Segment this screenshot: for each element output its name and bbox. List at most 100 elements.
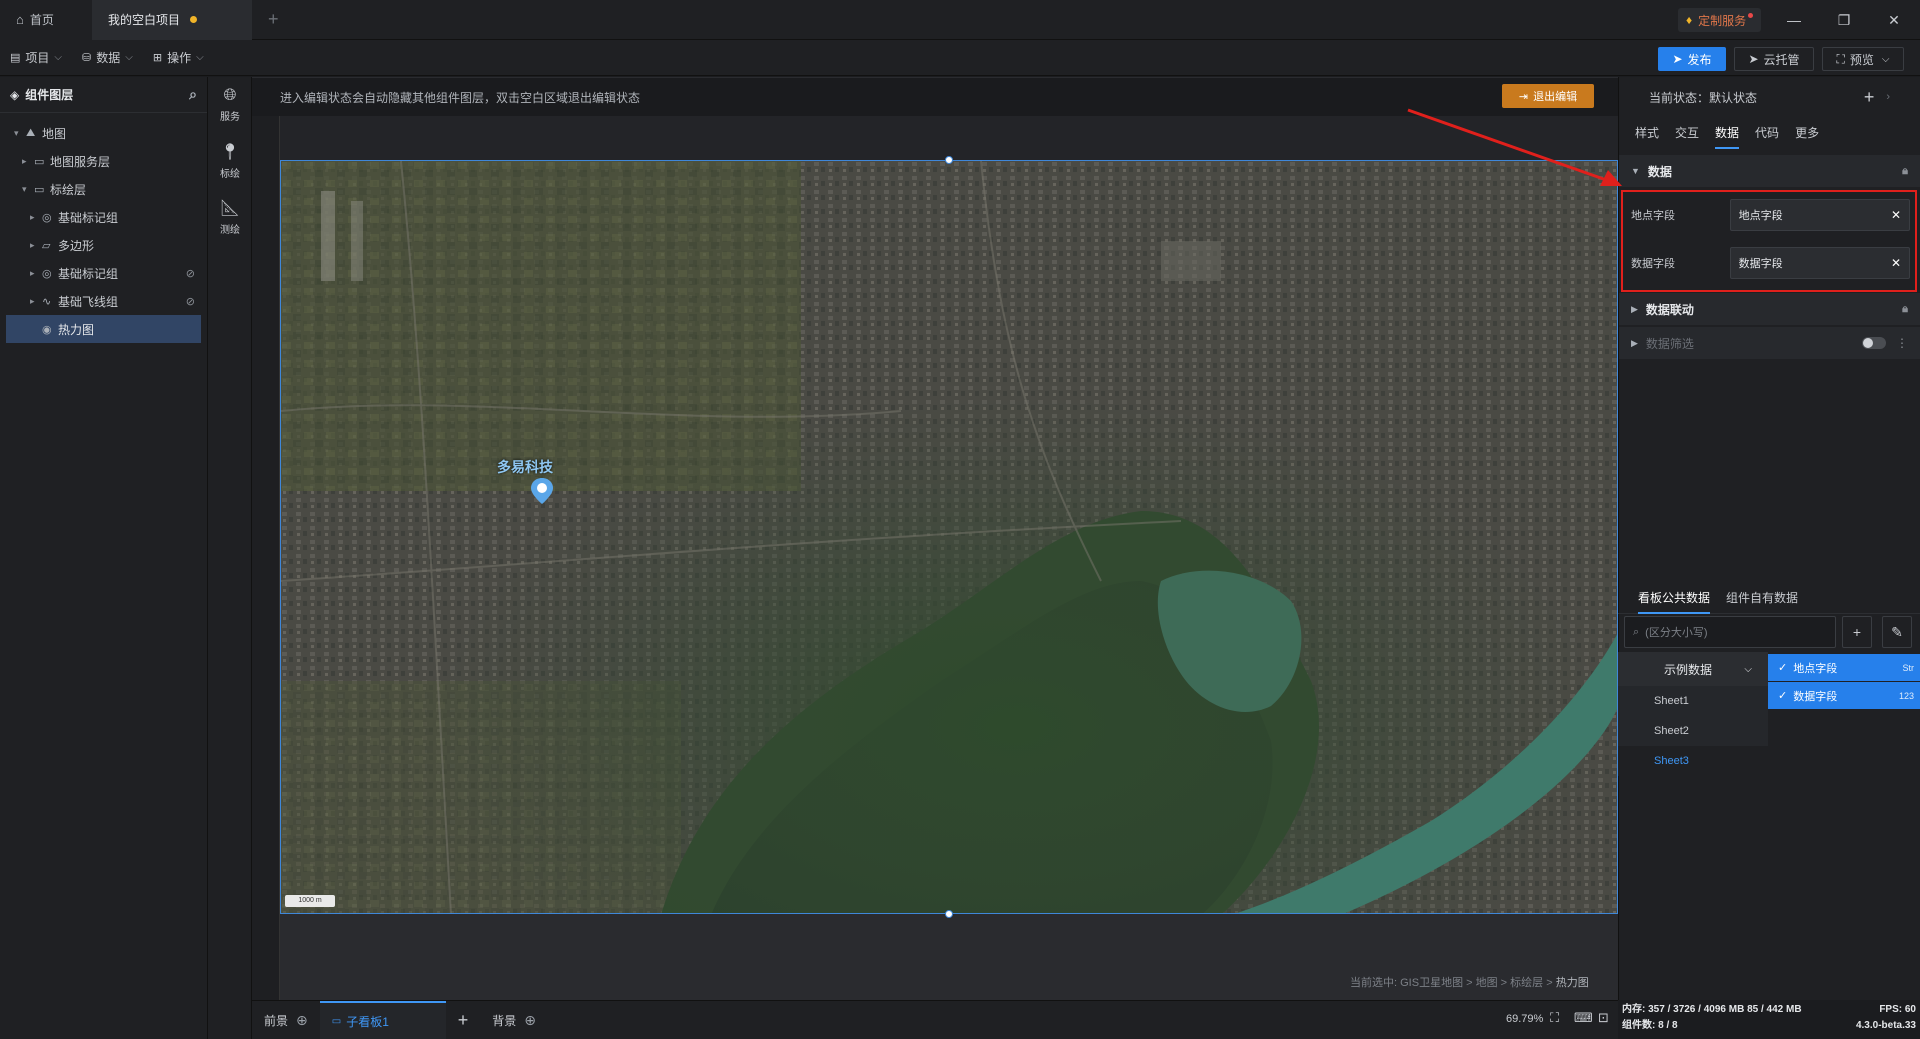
search-icon[interactable]: ⌕ [189, 86, 197, 103]
annotation-highlight-box [1621, 190, 1917, 292]
caret-right-icon[interactable]: ▸ [30, 240, 42, 251]
caret-right-icon[interactable]: ▸ [30, 212, 42, 223]
layer-item[interactable]: ▾ ▭ 标绘层 [0, 175, 207, 203]
data-filter-header[interactable]: ▶ 数据筛选 ⋮ [1619, 327, 1920, 359]
custom-service-button[interactable]: ♦ 定制服务 [1678, 8, 1762, 32]
runtime-stats: 内存: 357 / 3726 / 4096 MB 85 / 442 MB 组件数… [1622, 1002, 1802, 1034]
version-label: 4.3.0-beta.33 [1855, 1020, 1916, 1031]
map-marker-icon[interactable] [527, 476, 557, 506]
preview-button[interactable]: ⛶ 预览 ⌵ [1822, 47, 1904, 71]
edit-datasource-button[interactable]: ✎ [1882, 616, 1912, 648]
preview-label: 预览 [1849, 52, 1874, 67]
menu-project[interactable]: ▤ 项目 ⌵ [0, 40, 72, 76]
datasource-field-item[interactable]: ✓ 数据字段 123 [1768, 682, 1920, 709]
tab-project[interactable]: 我的空白项目 [92, 0, 252, 40]
state-bar: 当前状态：默认状态 + › [1619, 77, 1920, 117]
tool-measure[interactable]: 📐︎ 测绘 [208, 189, 252, 245]
eye-hidden-icon[interactable]: ⊘ [186, 267, 195, 280]
background-tab[interactable]: 背景 ⊕ [480, 1001, 548, 1039]
resize-handle-top[interactable] [945, 156, 953, 164]
background-label: 背景 [492, 1013, 517, 1028]
publish-button[interactable]: ➤ 发布 [1658, 47, 1726, 71]
datasource-group[interactable]: 示例数据 ⌵ [1618, 652, 1768, 686]
caret-right-icon: ▶ [1631, 337, 1638, 348]
file-icon: ▤ [10, 52, 21, 64]
folder-icon: ▭ [34, 155, 45, 168]
tool-plot-label: 标绘 [220, 169, 240, 180]
tab-home[interactable]: ⌂ 首页 [0, 0, 92, 40]
data-section-header[interactable]: ▼ 数据 🔒︎ [1619, 155, 1920, 187]
caret-right-icon[interactable]: ▸ [30, 296, 42, 307]
terminal-icon[interactable]: ⊡ [1598, 1010, 1609, 1026]
cloud-hosting-button[interactable]: ➤ 云托管 [1734, 47, 1814, 71]
layer-item[interactable]: ▸ ▱ 多边形 [0, 231, 207, 259]
chevron-down-icon: ⌵ [1881, 53, 1890, 65]
property-tab[interactable]: 更多 [1795, 117, 1819, 149]
tool-plot[interactable]: 📍︎ 标绘 [208, 133, 252, 189]
grid-icon: ⊞ [152, 52, 163, 64]
datasource-tab[interactable]: 组件自有数据 [1726, 582, 1798, 614]
property-tab[interactable]: 样式 [1635, 117, 1659, 149]
data-filter-toggle[interactable] [1862, 337, 1886, 349]
caret-down-icon[interactable]: ▾ [14, 128, 26, 139]
layer-item-label: 热力图 [58, 322, 95, 337]
restore-icon[interactable]: ❐ [1832, 8, 1856, 32]
publish-label: 发布 [1687, 52, 1712, 67]
layer-panel-header: ◈ 组件图层 ⌕ [0, 77, 207, 113]
layer-item[interactable]: ▸ ▭ 地图服务层 [0, 147, 207, 175]
sheet-item[interactable]: Sheet3 [1618, 746, 1768, 776]
add-tab-button[interactable]: + [268, 9, 279, 30]
layer-item[interactable]: ▸ ◎ 基础标记组 ⊘ [0, 259, 207, 287]
layer-item[interactable]: ▸ ◎ 基础标记组 [0, 203, 207, 231]
data-linkage-header[interactable]: ▶ 数据联动 🔒︎ [1619, 293, 1920, 325]
datasource-search-input[interactable]: ⌕ (区分大小写) [1624, 616, 1836, 648]
satellite-map[interactable]: 多易科技 1000 m [280, 160, 1618, 914]
add-subboard-button[interactable]: + [446, 1001, 481, 1039]
lock-icon[interactable]: 🔒︎ [1902, 165, 1908, 178]
subboard-tab[interactable]: ▭ 子看板1 [319, 1000, 446, 1039]
sheet-item[interactable]: Sheet1 [1618, 686, 1768, 716]
add-datasource-button[interactable]: + [1842, 616, 1872, 648]
caret-right-icon[interactable]: ▸ [30, 268, 42, 279]
property-tab[interactable]: 数据 [1715, 117, 1740, 149]
property-tab[interactable]: 代码 [1755, 117, 1779, 149]
tool-service[interactable]: 🌐︎ 服务 [208, 77, 252, 133]
add-circle-icon[interactable]: ⊕ [524, 1012, 536, 1029]
menu-operate[interactable]: ⊞ 操作 ⌵ [143, 40, 214, 76]
datasource-field-type: Str [1902, 662, 1914, 673]
add-state-button[interactable]: + [1864, 87, 1875, 108]
minimize-icon[interactable]: — [1782, 8, 1806, 32]
menu-project-label: 项目 [25, 51, 50, 65]
map-icon: ⛰ [26, 126, 36, 139]
close-icon[interactable]: ✕ [1882, 8, 1906, 32]
caret-down-icon[interactable]: ▾ [22, 184, 34, 195]
datasource-search-placeholder: (区分大小写) [1645, 627, 1708, 639]
crown-icon: ♦ [1686, 13, 1693, 27]
marker-icon: ◎ [42, 211, 52, 224]
layer-item[interactable]: ◉ 热力图 [6, 315, 201, 343]
more-vertical-icon[interactable]: ⋮ [1896, 336, 1908, 350]
zoom-level[interactable]: 69.79% [1506, 1013, 1543, 1025]
foreground-tab[interactable]: 前景 ⊕ [252, 1001, 320, 1039]
chevron-down-icon: ⌵ [1744, 663, 1752, 675]
layer-item[interactable]: ▾ ⛰ 地图 [0, 119, 207, 147]
layer-item[interactable]: ▸ ∿ 基础飞线组 ⊘ [0, 287, 207, 315]
eye-hidden-icon[interactable]: ⊘ [186, 295, 195, 308]
chevron-right-icon[interactable]: › [1886, 91, 1890, 103]
tab-project-label: 我的空白项目 [108, 13, 181, 27]
fit-screen-icon[interactable]: ⛶ [1550, 1010, 1559, 1026]
layer-item-label: 基础飞线组 [58, 294, 119, 309]
toolbar: ▤ 项目 ⌵ ⛁ 数据 ⌵ ⊞ 操作 ⌵ [0, 40, 1920, 76]
datasource-tab[interactable]: 看板公共数据 [1638, 582, 1711, 614]
layer-item-label: 地图 [42, 126, 67, 141]
resize-handle-bottom[interactable] [945, 910, 953, 918]
caret-right-icon[interactable]: ▸ [22, 156, 34, 167]
sheet-item[interactable]: Sheet2 [1618, 716, 1768, 746]
menu-data[interactable]: ⛁ 数据 ⌵ [72, 40, 143, 76]
lock-icon[interactable]: 🔒︎ [1902, 303, 1908, 316]
add-circle-icon[interactable]: ⊕ [296, 1012, 308, 1029]
datasource-field-item[interactable]: ✓ 地点字段 Str [1768, 654, 1920, 681]
keyboard-icon[interactable]: ⌨ [1574, 1010, 1593, 1026]
property-tabs: 样式 交互 数据 代码 更多 [1619, 117, 1920, 149]
property-tab[interactable]: 交互 [1675, 117, 1699, 149]
